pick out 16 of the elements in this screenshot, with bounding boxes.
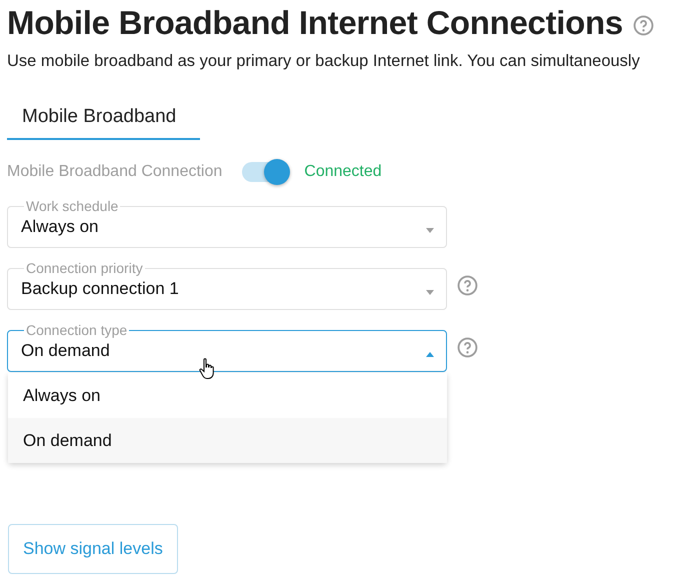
tab[interactable]: Mobile Broadband — [7, 102, 200, 140]
caret-icon — [426, 352, 434, 357]
caret-icon — [426, 228, 434, 233]
page-title: Mobile Broadband Internet Connections — [7, 4, 623, 42]
caret-icon — [426, 290, 434, 295]
dropdown-option[interactable]: Always on — [8, 373, 447, 418]
connection-label: Mobile Broadband Connection — [7, 163, 222, 181]
status-text: Connected — [304, 163, 382, 181]
select-field[interactable]: Connection priority Backup connection 1 — [7, 260, 447, 310]
toggle-switch[interactable] — [242, 162, 288, 182]
select-field[interactable]: Work schedule Always on — [7, 198, 447, 248]
help-icon[interactable] — [457, 274, 478, 296]
page-description: Use mobile broadband as your primary or backup Internet link. You can simultaneously — [7, 52, 641, 72]
help-icon[interactable] — [632, 14, 654, 36]
dropdown-option[interactable]: On demand — [8, 418, 447, 463]
help-icon[interactable] — [457, 336, 478, 358]
